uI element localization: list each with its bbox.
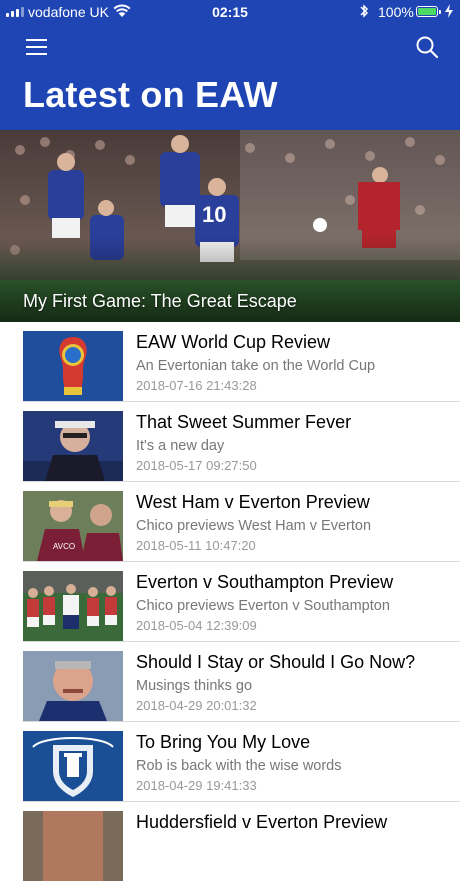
list-item[interactable]: EAW World Cup Review An Evertonian take …: [0, 322, 460, 402]
article-thumbnail: [23, 811, 123, 881]
article-thumbnail: [23, 331, 123, 401]
featured-title: My First Game: The Great Escape: [23, 291, 297, 311]
article-title: Everton v Southampton Preview: [136, 572, 394, 592]
svg-text:AVCO: AVCO: [53, 542, 75, 551]
featured-article[interactable]: 10 My First Game: The Great Escape: [0, 130, 460, 322]
article-date: 2018-05-17 09:27:50: [136, 458, 257, 473]
article-title: Huddersfield v Everton Preview: [136, 812, 388, 832]
charging-icon: [445, 4, 453, 18]
page-title: Latest on EAW: [23, 74, 278, 115]
article-date: 2018-04-29 20:01:32: [136, 698, 257, 713]
bluetooth-icon: [360, 4, 369, 18]
article-date: 2018-05-04 12:39:09: [136, 618, 257, 633]
article-title: To Bring You My Love: [136, 732, 311, 752]
article-subtitle: Chico previews Everton v Southampton: [136, 598, 390, 614]
search-icon[interactable]: [414, 34, 440, 60]
article-subtitle: Rob is back with the wise words: [136, 758, 342, 774]
article-thumbnail: [23, 571, 123, 641]
status-bar: vodafone UK 02:15 100%: [0, 0, 460, 24]
list-item[interactable]: That Sweet Summer Fever It's a new day 2…: [0, 402, 460, 482]
article-title: That Sweet Summer Fever: [136, 412, 352, 432]
article-title: Should I Stay or Should I Go Now?: [136, 652, 416, 672]
article-thumbnail: [23, 731, 123, 801]
article-subtitle: Musings thinks go: [136, 678, 253, 694]
list-item[interactable]: Everton v Southampton Preview Chico prev…: [0, 562, 460, 642]
menu-button[interactable]: [26, 39, 48, 55]
article-subtitle: It's a new day: [136, 438, 225, 454]
article-title: EAW World Cup Review: [136, 332, 331, 352]
article-thumbnail: AVCO: [23, 491, 123, 561]
list-item[interactable]: To Bring You My Love Rob is back with th…: [0, 722, 460, 802]
article-title: West Ham v Everton Preview: [136, 492, 370, 512]
article-thumbnail: [23, 411, 123, 481]
app-header: vodafone UK 02:15 100% Latest on EAW: [0, 0, 460, 130]
menu-icon: [26, 39, 47, 41]
article-date: 2018-05-11 10:47:20: [136, 538, 256, 553]
article-subtitle: Chico previews West Ham v Everton: [136, 518, 372, 534]
list-item[interactable]: Should I Stay or Should I Go Now? Musing…: [0, 642, 460, 722]
battery-percent: 100%: [378, 4, 414, 20]
article-thumbnail: [23, 651, 123, 721]
battery-icon: [416, 6, 441, 17]
list-item[interactable]: Huddersfield v Everton Preview: [0, 802, 460, 882]
list-item[interactable]: AVCO West Ham v Everton Preview Chico pr…: [0, 482, 460, 562]
article-subtitle: An Evertonian take on the World Cup: [136, 358, 376, 374]
article-date: 2018-04-29 19:41:33: [136, 778, 257, 793]
article-date: 2018-07-16 21:43:28: [136, 378, 257, 393]
